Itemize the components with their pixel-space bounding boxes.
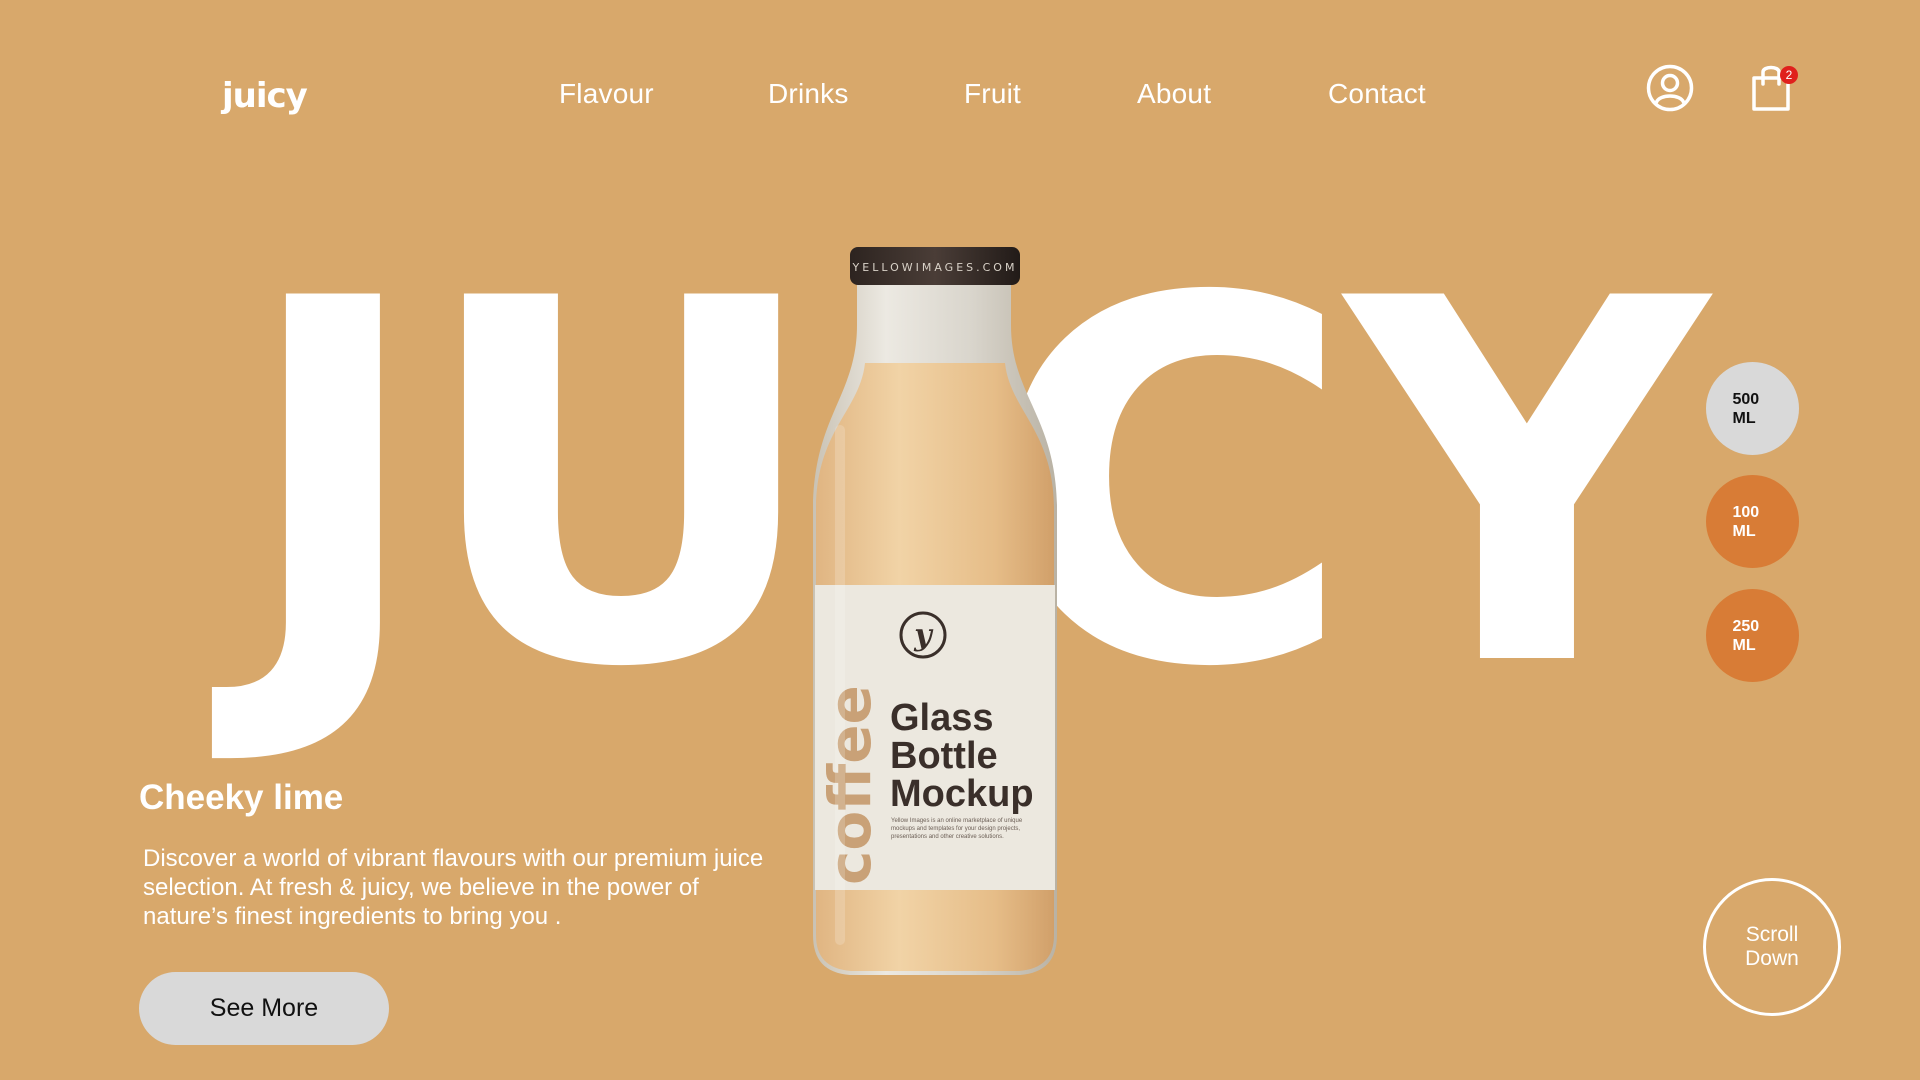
user-circle-icon [1646,64,1694,112]
cap-text: YELLOWIMAGES.COM [852,261,1018,274]
size-option-100ml[interactable]: 100 ML [1706,475,1799,568]
hero-word-right: CY [986,194,1708,776]
label-title-line-3: Mockup [890,773,1034,815]
scroll-down-label: Scroll Down [1745,923,1799,970]
nav-flavour[interactable]: Flavour [559,78,654,110]
user-account-button[interactable] [1645,63,1695,113]
label-vertical-text: coffee [816,685,884,885]
see-more-button[interactable]: See More [139,972,389,1045]
nav-fruit[interactable]: Fruit [964,78,1021,110]
label-title-line-1: Glass [890,697,994,739]
main-nav: Flavour Drinks Fruit About Contact [0,78,1920,118]
size-option-unit: ML [1732,522,1756,540]
size-option-amount: 250 [1732,617,1760,635]
size-option-unit: ML [1732,636,1756,654]
scroll-down-button[interactable]: Scroll Down [1703,878,1841,1016]
cart-count-badge: 2 [1780,66,1798,84]
hero-word-left: JU [240,194,824,776]
svg-text:y: y [913,618,934,653]
size-option-500ml[interactable]: 500 ML [1706,362,1799,455]
size-option-unit: ML [1732,409,1756,427]
size-option-250ml[interactable]: 250 ML [1706,589,1799,682]
size-option-amount: 100 [1732,503,1760,521]
label-title-line-2: Bottle [890,735,998,777]
product-bottle-image: YELLOWIMAGES.COM y coffee Glass Bottle M… [813,247,1057,975]
nav-contact[interactable]: Contact [1328,78,1426,110]
nav-about[interactable]: About [1137,78,1211,110]
product-description: Discover a world of vibrant flavours wit… [143,845,764,930]
label-fine-print: Yellow Images is an online marketplace o… [891,818,1023,840]
nav-drinks[interactable]: Drinks [768,78,849,110]
product-title: Cheeky lime [139,778,344,817]
size-option-amount: 500 [1732,390,1760,408]
